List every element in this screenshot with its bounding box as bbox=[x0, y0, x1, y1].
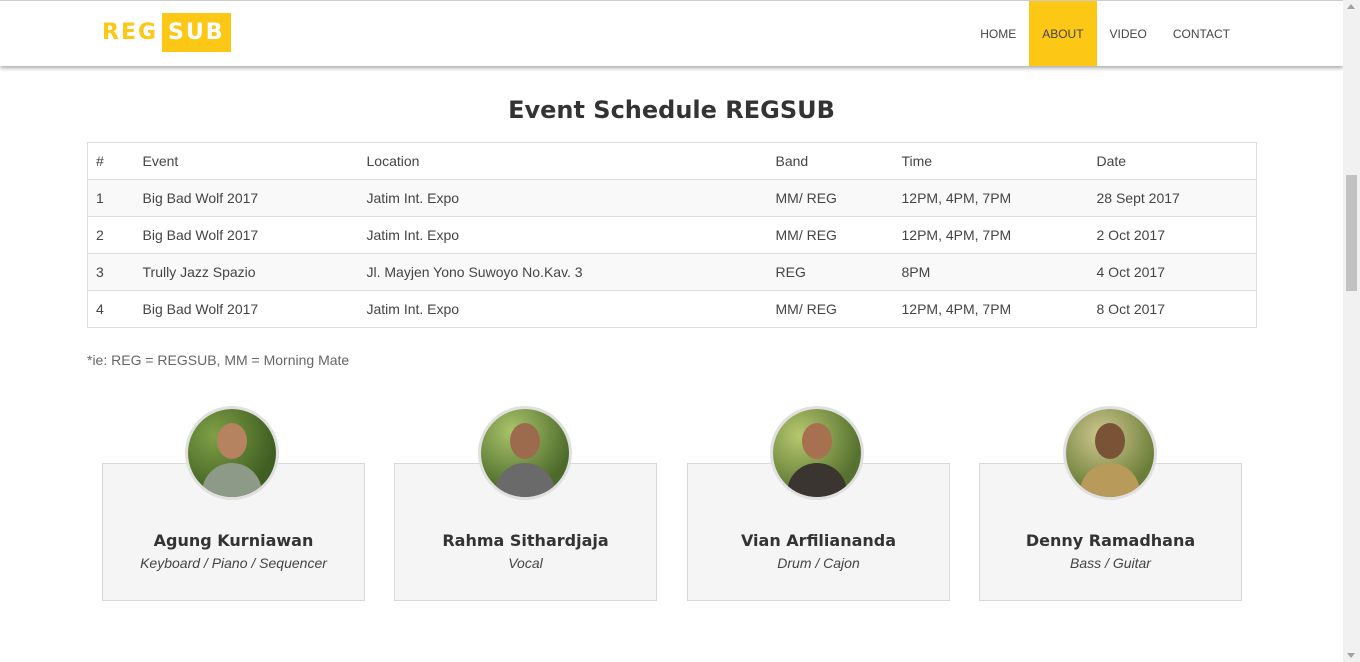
cell-location: Jatim Int. Expo bbox=[358, 216, 768, 254]
header-location: Location bbox=[366, 153, 420, 169]
cell-time: 12PM, 4PM, 7PM bbox=[893, 179, 1089, 217]
table-row: 3 Trully Jazz Spazio Jl. Mayjen Yono Suw… bbox=[87, 253, 1257, 291]
person-photo bbox=[217, 423, 247, 459]
cell-band: MM/ REG bbox=[767, 216, 894, 254]
member-name: Agung Kurniawan bbox=[153, 531, 314, 550]
avatar bbox=[770, 406, 864, 500]
cell-band: MM/ REG bbox=[767, 179, 894, 217]
person-photo bbox=[802, 423, 832, 459]
nav-video[interactable]: VIDEO bbox=[1097, 1, 1160, 66]
main-nav: HOME ABOUT VIDEO CONTACT bbox=[967, 1, 1243, 66]
cell-location: Jatim Int. Expo bbox=[358, 290, 768, 328]
member-name: Denny Ramadhana bbox=[1025, 531, 1196, 550]
brand-logo[interactable]: REG SUB bbox=[100, 13, 231, 52]
nav-home[interactable]: HOME bbox=[967, 1, 1029, 66]
table-row: 2 Big Bad Wolf 2017 Jatim Int. Expo MM/ … bbox=[87, 216, 1257, 254]
avatar bbox=[478, 406, 572, 500]
cell-number: 3 bbox=[87, 253, 135, 291]
header-event: Event bbox=[142, 153, 179, 169]
cell-number: 2 bbox=[87, 216, 135, 254]
scroll-up-arrow-icon[interactable] bbox=[1347, 4, 1355, 9]
band-abbreviation-note: *ie: REG = REGSUB, MM = Morning Mate bbox=[87, 352, 350, 368]
cell-time: 12PM, 4PM, 7PM bbox=[893, 290, 1089, 328]
person-photo bbox=[1095, 423, 1125, 459]
cell-date: 28 Sept 2017 bbox=[1088, 179, 1257, 217]
navbar: REG SUB HOME ABOUT VIDEO CONTACT bbox=[0, 0, 1343, 66]
avatar bbox=[1063, 406, 1157, 500]
nav-about[interactable]: ABOUT bbox=[1029, 1, 1097, 66]
schedule-title: Event Schedule REGSUB bbox=[508, 96, 835, 124]
scrollbar-thumb[interactable] bbox=[1346, 175, 1357, 291]
cell-date: 4 Oct 2017 bbox=[1088, 253, 1257, 291]
cell-date: 2 Oct 2017 bbox=[1088, 216, 1257, 254]
cell-date: 8 Oct 2017 bbox=[1088, 290, 1257, 328]
logo-text-sub: SUB bbox=[162, 13, 231, 52]
person-photo bbox=[510, 423, 540, 459]
cell-event: Big Bad Wolf 2017 bbox=[134, 290, 359, 328]
table-header-row: # Event Location Band Time Date bbox=[88, 143, 1257, 180]
nav-contact[interactable]: CONTACT bbox=[1160, 1, 1243, 66]
header-number: # bbox=[96, 153, 104, 169]
table-row: 4 Big Bad Wolf 2017 Jatim Int. Expo MM/ … bbox=[87, 290, 1257, 328]
logo-text-reg: REG bbox=[102, 20, 159, 45]
member-name: Vian Arfiliananda bbox=[740, 531, 897, 550]
avatar bbox=[185, 406, 279, 500]
cell-location: Jatim Int. Expo bbox=[358, 179, 768, 217]
cell-band: REG bbox=[767, 253, 894, 291]
header-band: Band bbox=[775, 153, 809, 169]
cell-event: Big Bad Wolf 2017 bbox=[134, 216, 359, 254]
cell-number: 1 bbox=[87, 179, 135, 217]
header-time: Time bbox=[901, 153, 933, 169]
table-row: 1 Big Bad Wolf 2017 Jatim Int. Expo MM/ … bbox=[87, 179, 1257, 217]
member-role: Vocal bbox=[508, 555, 543, 571]
cell-time: 12PM, 4PM, 7PM bbox=[893, 216, 1089, 254]
schedule-table: # Event Location Band Time Date 1 Big Ba… bbox=[87, 142, 1257, 328]
cell-location: Jl. Mayjen Yono Suwoyo No.Kav. 3 bbox=[358, 253, 768, 291]
member-role: Drum / Cajon bbox=[777, 555, 860, 571]
cell-event: Trully Jazz Spazio bbox=[134, 253, 359, 291]
cell-event: Big Bad Wolf 2017 bbox=[134, 179, 359, 217]
vertical-scrollbar[interactable] bbox=[1343, 0, 1360, 662]
scroll-down-arrow-icon[interactable] bbox=[1347, 653, 1355, 658]
member-role: Bass / Guitar bbox=[1070, 555, 1151, 571]
cell-band: MM/ REG bbox=[767, 290, 894, 328]
member-role: Keyboard / Piano / Sequencer bbox=[140, 555, 327, 571]
header-date: Date bbox=[1096, 153, 1127, 169]
cell-time: 8PM bbox=[893, 253, 1089, 291]
member-name: Rahma Sithardjaja bbox=[442, 531, 609, 550]
cell-number: 4 bbox=[87, 290, 135, 328]
